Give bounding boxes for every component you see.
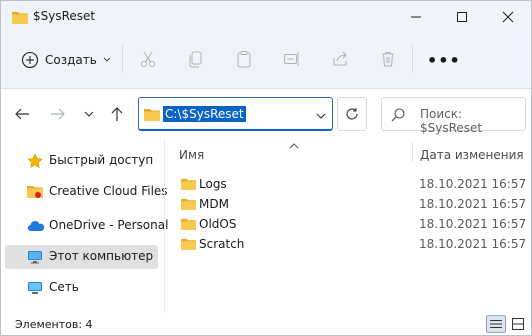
tiles-view-button[interactable] — [508, 315, 528, 333]
item-date: 18.10.2021 16:57 — [419, 177, 527, 191]
cut-button[interactable] — [138, 49, 158, 69]
address-bar[interactable]: C:\$SysReset — [138, 97, 333, 131]
details-view-button[interactable] — [486, 315, 506, 333]
details-view-icon — [490, 320, 502, 328]
explorer-window: $SysReset Создать ••• C:\$SysReset Поиск… — [0, 0, 532, 336]
back-button[interactable] — [12, 104, 32, 124]
folder-icon — [12, 10, 28, 24]
paste-button[interactable] — [234, 49, 254, 69]
sidebar-item-creative-cloud[interactable]: Creative Cloud Files — [5, 180, 168, 204]
search-placeholder: Поиск: $SysReset — [420, 107, 483, 135]
star-icon — [27, 153, 43, 169]
rename-icon — [284, 52, 299, 66]
chevron-down-icon — [84, 111, 94, 117]
arrow-right-icon — [51, 108, 65, 120]
chevron-down-icon — [103, 57, 111, 62]
item-date: 18.10.2021 16:57 — [419, 237, 527, 251]
share-button[interactable] — [330, 49, 350, 69]
item-count: Элементов: 4 — [15, 318, 93, 331]
sidebar-item-network[interactable]: Сеть — [5, 276, 158, 300]
file-list: Имя Дата изменения Logs 18.10.2021 16:57… — [165, 138, 531, 313]
forward-button[interactable] — [48, 104, 68, 124]
sidebar-item-label: Сеть — [49, 280, 79, 294]
refresh-button[interactable] — [337, 97, 367, 131]
search-box[interactable]: Поиск: $SysReset — [381, 97, 526, 135]
sidebar-item-label: Creative Cloud Files — [49, 184, 168, 198]
sidebar-item-onedrive[interactable]: OneDrive - Personal — [5, 214, 168, 238]
column-header-name[interactable]: Имя — [179, 148, 204, 162]
close-button[interactable] — [485, 1, 531, 33]
item-date: 18.10.2021 16:57 — [419, 217, 527, 231]
sort-ascending-icon — [289, 138, 299, 152]
delete-button[interactable] — [378, 49, 398, 69]
computer-icon — [27, 249, 43, 265]
sidebar-item-this-pc[interactable]: Этот компьютер — [5, 245, 158, 269]
item-name: MDM — [199, 197, 229, 211]
list-item[interactable]: MDM 18.10.2021 16:57 — [165, 195, 531, 215]
delete-icon — [382, 52, 394, 67]
toolbar-divider — [122, 45, 123, 73]
sidebar-item-label: Быстрый доступ — [49, 153, 154, 167]
command-bar: Создать ••• — [1, 33, 531, 89]
refresh-icon — [346, 108, 358, 120]
folder-icon — [181, 218, 196, 233]
arrow-up-icon — [111, 107, 123, 121]
arrow-left-icon — [15, 108, 29, 120]
chevron-down-icon[interactable] — [316, 109, 326, 123]
column-header-date[interactable]: Дата изменения — [420, 148, 524, 162]
creative-cloud-icon — [27, 184, 43, 200]
minimize-icon — [411, 16, 421, 18]
cut-icon — [141, 51, 155, 67]
minimize-button[interactable] — [393, 1, 439, 33]
copy-icon — [189, 51, 202, 68]
rename-button[interactable] — [282, 49, 302, 69]
up-button[interactable] — [107, 104, 127, 124]
address-path[interactable]: C:\$SysReset — [163, 106, 246, 122]
navigation-pane: Быстрый доступ Creative Cloud Files OneD… — [1, 138, 168, 313]
status-bar: Элементов: 4 — [1, 313, 531, 335]
sidebar-item-quick-access[interactable]: Быстрый доступ — [5, 149, 158, 173]
create-button[interactable]: Создать — [15, 47, 117, 73]
item-name: Logs — [199, 177, 227, 191]
close-icon — [502, 11, 514, 23]
folder-icon — [144, 108, 160, 124]
window-title: $SysReset — [33, 9, 96, 23]
folder-icon — [181, 198, 196, 213]
more-options-button[interactable]: ••• — [427, 51, 461, 70]
folder-icon — [181, 178, 196, 193]
item-name: Scratch — [199, 237, 245, 251]
item-date: 18.10.2021 16:57 — [419, 197, 527, 211]
list-item[interactable]: OldOS 18.10.2021 16:57 — [165, 215, 531, 235]
cloud-icon — [27, 218, 45, 234]
plus-circle-icon — [21, 51, 39, 69]
maximize-button[interactable] — [439, 1, 485, 33]
search-icon — [391, 108, 405, 125]
sidebar-item-label: Этот компьютер — [49, 249, 154, 263]
item-name: OldOS — [199, 217, 237, 231]
tiles-view-icon — [512, 318, 524, 330]
list-item[interactable]: Logs 18.10.2021 16:57 — [165, 175, 531, 195]
share-icon — [333, 51, 347, 66]
network-icon — [27, 280, 43, 296]
list-item[interactable]: Scratch 18.10.2021 16:57 — [165, 235, 531, 255]
sidebar-item-label: OneDrive - Personal — [49, 218, 169, 232]
column-divider[interactable] — [412, 142, 413, 162]
create-label: Создать — [45, 53, 97, 67]
paste-icon — [237, 51, 251, 68]
folder-icon — [181, 238, 196, 253]
copy-button[interactable] — [186, 49, 206, 69]
maximize-icon — [457, 12, 467, 22]
toolbar-divider — [412, 45, 413, 73]
title-bar: $SysReset — [1, 1, 531, 33]
recent-locations-button[interactable] — [79, 104, 99, 124]
